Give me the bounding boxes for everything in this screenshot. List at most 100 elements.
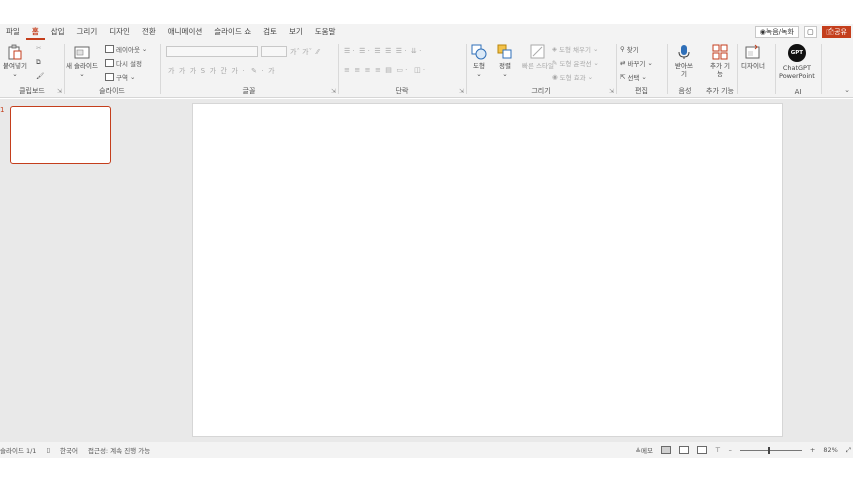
font-size-buttons[interactable]: 가ˆ 가ˇ ⁄⁄ (290, 47, 319, 57)
menu-slideshow[interactable]: 슬라이드 쇼 (208, 24, 257, 40)
dictate-button[interactable]: 받아쓰기 (673, 44, 695, 78)
paint-bucket-icon: ◈ (552, 45, 557, 53)
slideshow-view-icon[interactable]: ⊤ (715, 446, 721, 454)
replace-button[interactable]: ⇄ 바꾸기 ⌄ (620, 58, 653, 68)
zoom-in-icon[interactable]: + (810, 446, 815, 454)
chevron-down-icon: ⌄ (593, 59, 599, 67)
chatgpt-powerpoint-button[interactable]: GPT ChatGPT PowerPoint (779, 44, 815, 80)
cursor-icon: ⇱ (620, 73, 626, 81)
slide-number: 1 (0, 106, 5, 114)
paste-button[interactable]: 붙여넣기 ⌄ (3, 44, 27, 78)
arrange-button[interactable]: 정렬 ⌄ (497, 44, 513, 78)
find-button[interactable]: ⚲ 찾기 (620, 44, 639, 54)
share-button[interactable]: 🖆공유 (821, 26, 851, 38)
accessibility-status[interactable]: 접근성: 계속 진행 가능 (88, 445, 150, 455)
copy-icon: ⧉ (36, 58, 41, 66)
menu-file[interactable]: 파일 (0, 24, 26, 40)
pen-icon: ✎ (552, 59, 558, 67)
menu-transitions[interactable]: 전환 (136, 24, 162, 40)
shape-fill-button[interactable]: ◈ 도형 채우기 ⌄ (552, 44, 598, 54)
clipboard-launcher-icon[interactable]: ⇲ (57, 88, 62, 95)
align-buttons[interactable]: ≡ ≡ ≡ ≡ ▤ ▭ · ◫ · (344, 66, 425, 74)
font-name-combo[interactable] (166, 46, 258, 57)
paste-icon (7, 44, 23, 60)
section-button[interactable]: 구역 ⌄ (105, 72, 135, 82)
shape-effects-button[interactable]: ◉ 도형 효과 ⌄ (552, 72, 593, 82)
slide-canvas[interactable] (192, 103, 783, 437)
menu-draw[interactable]: 그리기 (71, 24, 104, 40)
copy-button[interactable]: ⧉ (36, 58, 41, 67)
search-icon: ⚲ (620, 45, 625, 53)
replace-icon: ⇄ (620, 59, 626, 67)
reset-button[interactable]: 다시 설정 (105, 58, 142, 68)
clipboard-group: 붙여넣기 ⌄ ✂ ⧉ 🖌 클립보드 ⇲ (0, 40, 64, 98)
microphone-icon (676, 44, 692, 60)
menu-insert[interactable]: 삽입 (45, 24, 71, 40)
normal-view-icon[interactable] (660, 446, 671, 454)
quick-styles-button[interactable]: 빠른 스타일 (522, 44, 554, 70)
spellcheck-icon[interactable]: ▯ (46, 446, 50, 454)
chevron-down-icon: ⌄ (476, 70, 482, 78)
layout-icon (105, 45, 114, 53)
select-button[interactable]: ⇱ 선택 ⌄ (620, 72, 647, 82)
font-group-label: 글꼴 (242, 87, 256, 95)
paragraph-launcher-icon[interactable]: ⇲ (459, 88, 464, 95)
slides-group-label: 슬라이드 (99, 87, 125, 95)
window-bottom-area (0, 458, 853, 480)
chevron-down-icon: ⌄ (587, 73, 594, 81)
addins-icon (712, 44, 728, 60)
editing-group-label: 편집 (635, 87, 648, 95)
drawing-launcher-icon[interactable]: ⇲ (609, 88, 614, 95)
record-button[interactable]: ◉녹음/녹화 (754, 26, 799, 38)
font-group: 가ˆ 가ˇ ⁄⁄ 가 가 가 S 가 간 가 · ✎ · 가 글꼴 ⇲ (160, 40, 338, 98)
comments-icon[interactable]: ▢ (803, 26, 817, 38)
menu-home[interactable]: 홈 (25, 24, 45, 40)
reading-view-icon[interactable] (696, 446, 707, 454)
fit-slide-icon[interactable]: ⤢ (846, 446, 851, 455)
chevron-down-icon: ⌄ (592, 45, 599, 53)
shapes-button[interactable]: 도형 ⌄ (471, 44, 487, 78)
zoom-out-icon[interactable]: – (729, 446, 732, 454)
menu-design[interactable]: 디자인 (103, 24, 136, 40)
separator (821, 44, 822, 94)
collapse-ribbon-icon[interactable]: ⌄ (844, 86, 850, 94)
menu-review[interactable]: 검토 (257, 24, 283, 40)
designer-button[interactable]: 디자이너 (741, 44, 765, 70)
font-size-combo[interactable] (261, 46, 287, 57)
language-indicator[interactable]: 한국어 (60, 445, 78, 455)
slide-sorter-icon[interactable] (678, 446, 689, 454)
zoom-slider[interactable] (739, 446, 802, 454)
addins-group-label: 추가 기능 (706, 87, 734, 95)
format-painter-button[interactable]: 🖌 (36, 72, 44, 80)
voice-group: 받아쓰기 음성 (667, 40, 703, 98)
new-slide-button[interactable]: 새 슬라이드 ⌄ (66, 44, 98, 78)
notes-button[interactable]: ≜메모 (636, 445, 653, 455)
menu-help[interactable]: 도움말 (309, 24, 342, 40)
chevron-down-icon: ⌄ (79, 70, 85, 78)
slide-thumbnail[interactable] (10, 106, 111, 164)
zoom-level[interactable]: 82% (823, 446, 837, 454)
designer-icon (745, 44, 761, 60)
menu-view[interactable]: 보기 (283, 24, 309, 40)
cut-button[interactable]: ✂ (36, 44, 41, 52)
quick-styles-icon (530, 44, 546, 60)
ai-group: GPT ChatGPT PowerPoint AI (775, 40, 821, 98)
drawing-group: 도형 ⌄ 정렬 ⌄ 빠른 스타일 ◈ 도형 채우기 ⌄ ✎ 도형 윤곽선 ⌄ ◉ 도형 효… (466, 40, 616, 98)
chevron-down-icon: ⌄ (129, 73, 136, 81)
addins-button[interactable]: 추가 기능 (709, 44, 731, 78)
shape-outline-button[interactable]: ✎ 도형 윤곽선 ⌄ (552, 58, 599, 68)
list-buttons[interactable]: ☰ · ☰ · ☰ ☰ ☰ · ⇊ · (344, 47, 421, 55)
paragraph-group-label: 단락 (395, 87, 409, 95)
font-launcher-icon[interactable]: ⇲ (331, 88, 336, 95)
voice-group-label: 음성 (678, 87, 692, 95)
menu-animations[interactable]: 애니메이션 (162, 24, 209, 40)
chevron-down-icon: ⌄ (12, 70, 18, 78)
layout-button[interactable]: 레이아웃 ⌄ (105, 44, 147, 54)
slide-count: 슬라이드 1/1 (0, 447, 37, 455)
designer-group: 디자이너 (737, 40, 775, 98)
slides-group: 새 슬라이드 ⌄ 레이아웃 ⌄ 다시 설정 구역 ⌄ 슬라이드 (64, 40, 160, 98)
brush-icon: 🖌 (36, 72, 45, 80)
new-slide-icon (74, 44, 90, 60)
font-format-buttons[interactable]: 가 가 가 S 가 간 가 · ✎ · 가 (168, 66, 275, 76)
status-bar: 슬라이드 1/1 ▯ 한국어 접근성: 계속 진행 가능 ≜메모 ⊤ – + 8… (0, 442, 853, 458)
